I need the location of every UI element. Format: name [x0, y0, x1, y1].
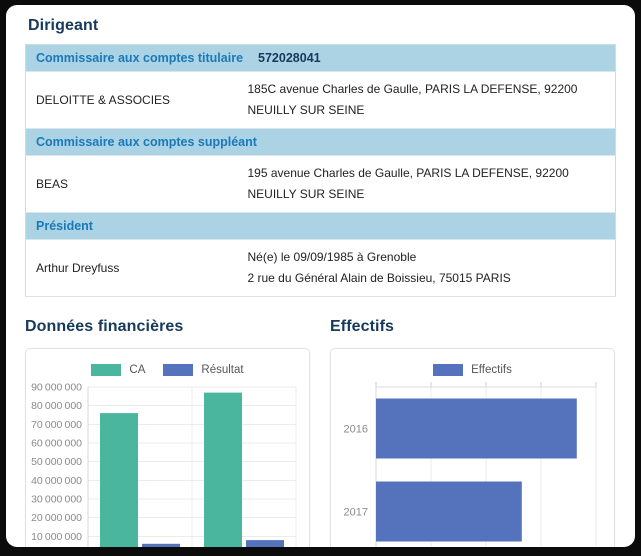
résultat-bar-2016 [142, 544, 180, 547]
effectifs-bar-2017 [376, 482, 522, 542]
section-title-effectifs: Effectifs [330, 318, 615, 336]
legend-item: CA [91, 364, 145, 376]
effectifs-chart-legend: Effectifs [331, 362, 614, 378]
entity-name: DELOITTE & ASSOCIES [26, 72, 238, 129]
financial-column: Données financières CARésultat 010 000 0… [25, 318, 310, 547]
legend-swatch [91, 364, 121, 376]
entity-address: 185C avenue Charles de Gaulle, PARIS LA … [248, 79, 594, 121]
person-birth-info: Né(e) le 09/09/1985 à Grenoble [248, 247, 594, 268]
effectifs-bar-2016 [376, 399, 577, 459]
legend-swatch [163, 364, 193, 376]
svg-text:40 000 000: 40 000 000 [31, 475, 82, 487]
section-title-financial: Données financières [25, 318, 310, 336]
table-subheader-row: Commissaire aux comptes titulaire 5720280… [26, 45, 616, 72]
person-address: 2 rue du Général Alain de Boissieu, 7501… [248, 268, 594, 289]
svg-text:70 000 000: 70 000 000 [31, 419, 82, 431]
page-content: Dirigeant Commissaire aux comptes titula… [6, 5, 635, 547]
legend-item: Résultat [163, 364, 243, 376]
résultat-bar-2017 [246, 540, 284, 547]
entity-address: 195 avenue Charles de Gaulle, PARIS LA D… [248, 163, 594, 205]
person-name: Arthur Dreyfuss [26, 240, 238, 297]
entity-name: BEAS [26, 156, 238, 213]
table-row: Arthur Dreyfuss Né(e) le 09/09/1985 à Gr… [26, 240, 616, 297]
svg-text:10 000 000: 10 000 000 [31, 531, 82, 543]
financial-bar-chart: 010 000 00020 000 00030 000 00040 000 00… [26, 381, 309, 547]
charts-section: Données financières CARésultat 010 000 0… [25, 318, 616, 547]
legend-label: Résultat [201, 364, 243, 376]
effectifs-chart-card: Effectifs 010020030040020162017 [330, 348, 615, 547]
svg-text:2016: 2016 [344, 424, 368, 436]
effectifs-bar-chart: 010020030040020162017 [331, 381, 614, 547]
svg-text:30 000 000: 30 000 000 [31, 494, 82, 506]
subheader-label: Commissaire aux comptes suppléant [36, 135, 257, 149]
legend-item: Effectifs [433, 364, 512, 376]
financial-chart-legend: CA Résultat [26, 362, 309, 378]
svg-text:20 000 000: 20 000 000 [31, 512, 82, 524]
subheader-label: Président [36, 219, 93, 233]
legend-label: CA [129, 364, 145, 376]
effectifs-column: Effectifs Effectifs 01002003004002016201… [330, 318, 615, 547]
table-row: DELOITTE & ASSOCIES 185C avenue Charles … [26, 72, 616, 129]
legend-swatch [433, 364, 463, 376]
subheader-value-siren: 572028041 [258, 51, 321, 65]
financial-chart-card: CARésultat 010 000 00020 000 00030 000 0… [25, 348, 310, 547]
svg-text:80 000 000: 80 000 000 [31, 400, 82, 412]
legend-label: Effectifs [471, 364, 512, 376]
ca-bar-2016 [100, 413, 138, 547]
svg-text:60 000 000: 60 000 000 [31, 438, 82, 450]
svg-text:2017: 2017 [344, 507, 368, 519]
section-title-dirigeant: Dirigeant [28, 17, 616, 35]
ca-bar-2017 [204, 393, 242, 547]
dirigeant-table: Commissaire aux comptes titulaire 5720280… [25, 44, 616, 297]
svg-text:90 000 000: 90 000 000 [31, 382, 82, 394]
svg-text:50 000 000: 50 000 000 [31, 456, 82, 468]
table-subheader-row: Président [26, 213, 616, 240]
subheader-label: Commissaire aux comptes titulaire [36, 51, 243, 65]
table-subheader-row: Commissaire aux comptes suppléant [26, 129, 616, 156]
table-row: BEAS 195 avenue Charles de Gaulle, PARIS… [26, 156, 616, 213]
